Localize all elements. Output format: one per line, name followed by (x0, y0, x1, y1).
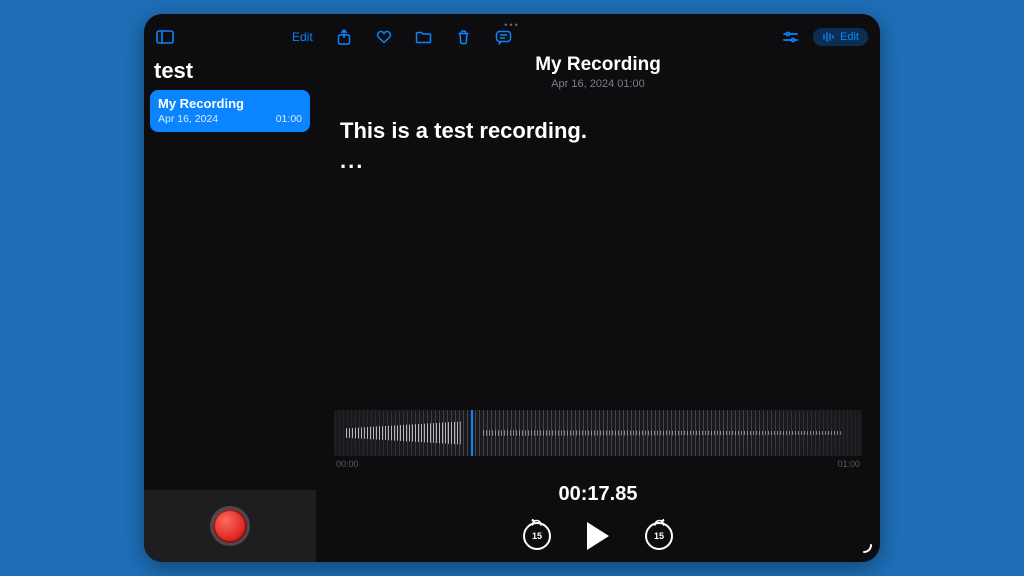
recording-title: My Recording (334, 54, 862, 76)
skip-back-15-button[interactable]: 15 (523, 522, 551, 550)
play-button[interactable] (587, 522, 609, 550)
trash-icon[interactable] (455, 28, 473, 46)
recording-item-title: My Recording (158, 96, 302, 111)
sidebar: test My Recording Apr 16, 2024 01:00 (144, 48, 316, 562)
playback-controls: 15 15 (334, 522, 862, 550)
transcript: This is a test recording. ... (334, 118, 862, 174)
app-window: ••• Edit (144, 14, 880, 562)
transcript-icon[interactable] (495, 28, 513, 46)
main-panel: My Recording Apr 16, 2024 01:00 This is … (316, 48, 880, 562)
record-bar (144, 490, 316, 562)
folder-icon[interactable] (415, 28, 433, 46)
share-icon[interactable] (335, 28, 353, 46)
transcript-ellipsis: ... (340, 148, 862, 174)
edit-waveform-label: Edit (840, 31, 859, 43)
sidebar-title: test (144, 54, 316, 90)
recording-subtitle: Apr 16, 2024 01:00 (334, 78, 862, 90)
waveform-start-time: 00:00 (336, 459, 359, 469)
edit-button-left[interactable]: Edit (292, 30, 313, 44)
waveform[interactable] (334, 410, 862, 456)
recording-list-item[interactable]: My Recording Apr 16, 2024 01:00 (150, 90, 310, 132)
current-time: 00:17.85 (334, 483, 862, 506)
recording-item-duration: 01:00 (276, 113, 302, 125)
handle-dots-icon: ••• (504, 20, 519, 30)
skip-forward-15-button[interactable]: 15 (645, 522, 673, 550)
options-icon[interactable] (781, 28, 799, 46)
record-button[interactable] (210, 506, 250, 546)
favorite-icon[interactable] (375, 28, 393, 46)
sidebar-toggle-icon[interactable] (156, 28, 174, 46)
playhead[interactable] (471, 410, 473, 456)
edit-waveform-button[interactable]: Edit (813, 28, 868, 46)
waveform-end-time: 01:00 (837, 459, 860, 469)
recording-item-date: Apr 16, 2024 (158, 113, 218, 125)
transcript-line: This is a test recording. (340, 118, 862, 144)
resize-corner-icon[interactable] (858, 539, 872, 558)
